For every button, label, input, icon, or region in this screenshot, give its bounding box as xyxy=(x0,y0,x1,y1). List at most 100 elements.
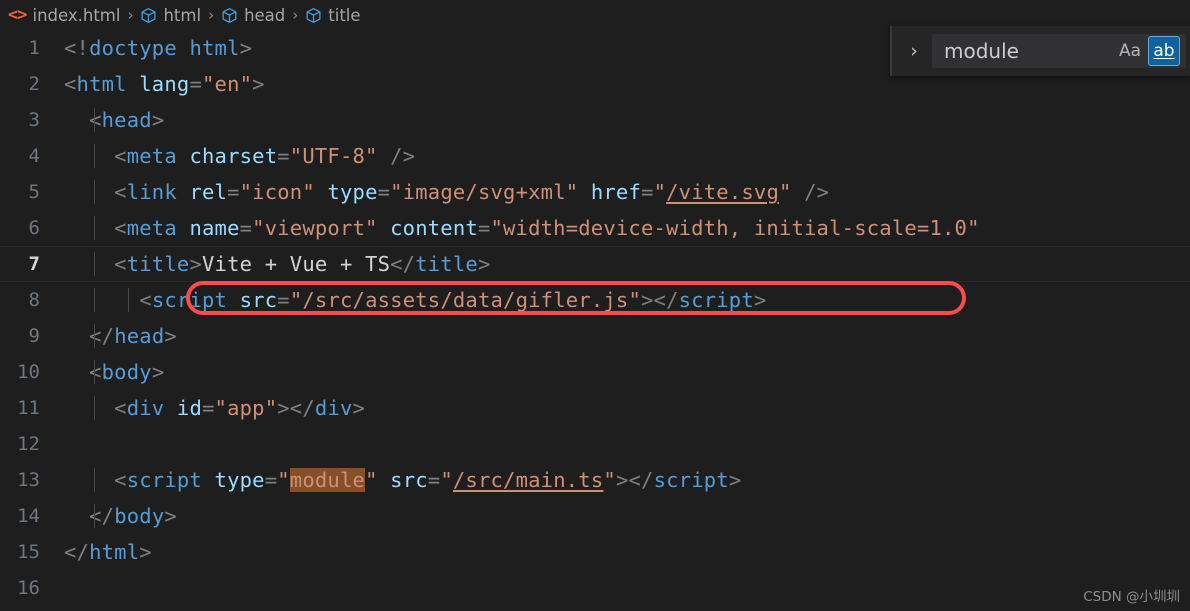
code-line[interactable]: 4 <meta charset="UTF-8" /> xyxy=(0,138,1190,174)
breadcrumb-item-label: html xyxy=(163,5,202,25)
code-token-tag: doctype xyxy=(89,36,177,60)
code-token-attr: type xyxy=(327,180,378,204)
code-token-punc: > xyxy=(164,504,177,528)
code-line[interactable]: 12 xyxy=(0,426,1190,462)
breadcrumb-item-title[interactable]: title xyxy=(303,6,362,25)
breadcrumb-item-label: title xyxy=(328,5,361,25)
code-token-punc: </ xyxy=(89,504,115,528)
code-token-tag: html xyxy=(76,72,127,96)
code-token-str: " xyxy=(277,468,290,492)
code-token-str: "icon" xyxy=(239,180,315,204)
code-line-content[interactable]: </html> xyxy=(62,540,1190,564)
indent-guide xyxy=(94,180,95,204)
find-widget[interactable]: › module Aa ab xyxy=(890,26,1190,76)
breadcrumb-separator: › xyxy=(127,6,134,24)
chevron-right-icon[interactable]: › xyxy=(900,34,928,68)
code-line[interactable]: 10 <body> xyxy=(0,354,1190,390)
code-line-content[interactable]: <body> xyxy=(62,360,1190,384)
code-token-tag: script xyxy=(678,288,754,312)
code-line[interactable]: 13 <script type="module" src="/src/main.… xyxy=(0,462,1190,498)
code-line-content[interactable]: <link rel="icon" type="image/svg+xml" hr… xyxy=(62,180,1190,204)
code-token-punc: > xyxy=(753,288,767,312)
code-token-tag: meta xyxy=(126,144,177,168)
whole-word-button[interactable]: ab xyxy=(1148,36,1180,66)
code-line-content[interactable]: <div id="app"></div> xyxy=(62,396,1190,420)
code-token-punc: </ xyxy=(64,540,90,564)
code-token-punc: < xyxy=(114,144,127,168)
code-token-attr: name xyxy=(189,216,240,240)
code-line-content[interactable]: <title>Vite + Vue + TS</title> xyxy=(62,252,1190,276)
code-line-content[interactable]: <meta charset="UTF-8" /> xyxy=(62,144,1190,168)
code-token-punc: > xyxy=(252,72,265,96)
html-file-icon: <> xyxy=(8,5,28,25)
code-token-punc: <! xyxy=(64,36,90,60)
breadcrumb-item-head[interactable]: head xyxy=(219,6,287,25)
code-token-tag: div xyxy=(126,396,165,420)
code-token-punc: </ xyxy=(89,324,115,348)
breadcrumb-item-index-html[interactable]: <> index.html xyxy=(6,5,122,25)
code-line[interactable]: 7 <title>Vite + Vue + TS</title> xyxy=(0,246,1190,282)
code-line-content[interactable]: <head> xyxy=(62,108,1190,132)
find-input[interactable]: module Aa ab xyxy=(932,34,1186,68)
code-token-punc: < xyxy=(139,288,152,312)
code-token-tag: title xyxy=(126,252,190,276)
code-line-content[interactable]: <script src="/src/assets/data/gifler.js"… xyxy=(62,288,1190,312)
cube-icon xyxy=(305,7,322,24)
code-token-tag: link xyxy=(126,180,177,204)
find-input-value: module xyxy=(944,39,1019,63)
code-line[interactable]: 14 </body> xyxy=(0,498,1190,534)
code-line[interactable]: 5 <link rel="icon" type="image/svg+xml" … xyxy=(0,174,1190,210)
code-line[interactable]: 3 <head> xyxy=(0,102,1190,138)
indent-guide xyxy=(128,288,129,312)
code-token-punc: < xyxy=(114,396,127,420)
match-case-button[interactable]: Aa xyxy=(1114,36,1146,66)
code-token-tag: script xyxy=(653,468,729,492)
code-token-tag: body xyxy=(114,504,165,528)
whole-word-label: ab xyxy=(1153,41,1175,61)
code-line-content[interactable]: </body> xyxy=(62,504,1190,528)
breadcrumb-separator: › xyxy=(292,6,299,24)
code-token-attr: charset xyxy=(189,144,278,168)
breadcrumb-item-label: head xyxy=(244,5,286,25)
breadcrumb-item-html[interactable]: html xyxy=(138,6,203,25)
line-number: 14 xyxy=(17,505,40,527)
code-line[interactable]: 8 <script src="/src/assets/data/gifler.j… xyxy=(0,282,1190,318)
code-token-tag: body xyxy=(101,360,152,384)
code-token-tag: meta xyxy=(126,216,177,240)
watermark: CSDN @小圳圳 xyxy=(1083,589,1180,605)
line-number: 10 xyxy=(17,361,40,383)
code-line-content[interactable]: <script type="module" src="/src/main.ts"… xyxy=(62,468,1190,492)
indent-guide xyxy=(94,468,95,492)
line-number: 12 xyxy=(17,433,40,455)
code-editor[interactable]: 1 <!doctype html> 2 <html lang="en"> 3 <head… xyxy=(0,30,1190,611)
code-line-content[interactable]: <meta name="viewport" content="width=dev… xyxy=(62,216,1190,240)
code-line[interactable]: 16 xyxy=(0,570,1190,606)
code-token-str: " xyxy=(365,468,378,492)
code-token-link[interactable]: /vite.svg xyxy=(666,180,779,204)
code-token-attr: rel xyxy=(189,180,228,204)
code-token-punc: = xyxy=(427,468,441,492)
code-token-tag: head xyxy=(114,324,165,348)
code-token-match[interactable]: module xyxy=(289,468,366,492)
code-token-str: " xyxy=(440,468,453,492)
code-token-punc: < xyxy=(114,252,127,276)
code-line[interactable]: 9 </head> xyxy=(0,318,1190,354)
code-token-punc: < xyxy=(89,108,102,132)
code-line[interactable]: 6 <meta name="viewport" content="width=d… xyxy=(0,210,1190,246)
code-line[interactable]: 11 <div id="app"></div> xyxy=(0,390,1190,426)
code-line[interactable]: 15 </html> xyxy=(0,534,1190,570)
code-token-link[interactable]: /src/main.ts xyxy=(453,468,604,492)
code-token-punc: = xyxy=(239,216,253,240)
indent-guide xyxy=(94,252,95,276)
code-line-content[interactable]: </head> xyxy=(62,324,1190,348)
code-token-attr: src xyxy=(239,288,278,312)
